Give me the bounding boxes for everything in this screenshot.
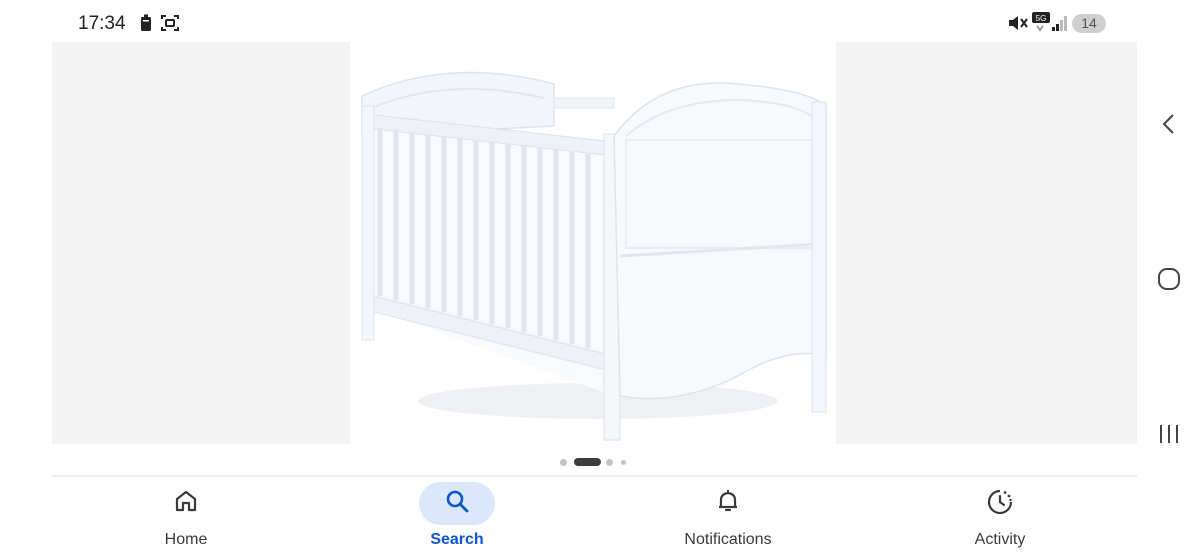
- bell-icon: [715, 488, 741, 519]
- system-navigation: [1150, 0, 1200, 554]
- nav-item-notifications[interactable]: Notifications: [658, 477, 798, 554]
- cot-bed-image: [361, 71, 827, 441]
- nav-item-search[interactable]: Search: [387, 477, 527, 554]
- home-circle-icon[interactable]: [1157, 266, 1181, 297]
- search-icon: [444, 488, 470, 519]
- status-bar: 17:34 5G 14: [0, 0, 1200, 44]
- activity-icon: [986, 488, 1014, 521]
- pagination-dot-active[interactable]: [574, 458, 601, 466]
- bottom-navigation: Home Search Notifications Activity: [52, 477, 1137, 554]
- previous-image-panel[interactable]: [52, 42, 350, 444]
- pagination-dot[interactable]: [560, 459, 567, 466]
- back-icon[interactable]: [1157, 112, 1181, 141]
- signal-5g-icon: 5G: [1032, 12, 1050, 37]
- nav-label-notifications: Notifications: [684, 531, 772, 548]
- nav-item-activity[interactable]: Activity: [930, 477, 1070, 554]
- pagination-dot[interactable]: [606, 459, 613, 466]
- battery-icon: [140, 14, 152, 37]
- status-time: 17:34: [78, 13, 126, 34]
- recent-apps-icon[interactable]: [1157, 422, 1181, 451]
- battery-level-text: 14: [1081, 15, 1097, 31]
- svg-text:5G: 5G: [1036, 14, 1047, 23]
- nav-label-search: Search: [430, 531, 484, 548]
- nav-label-activity: Activity: [974, 531, 1026, 548]
- carousel-pagination: [560, 457, 630, 467]
- pagination-dot[interactable]: [621, 460, 626, 465]
- nav-item-home[interactable]: Home: [116, 477, 256, 554]
- screenshot-icon: [160, 14, 180, 37]
- nav-label-home: Home: [164, 531, 208, 548]
- product-image-carousel[interactable]: [52, 42, 1137, 444]
- current-image-panel[interactable]: [350, 42, 836, 444]
- next-image-panel[interactable]: [836, 42, 1137, 444]
- home-icon: [173, 488, 199, 519]
- signal-bars-icon: [1052, 14, 1068, 37]
- mute-icon: [1007, 14, 1029, 37]
- battery-level-badge: 14: [1072, 14, 1106, 33]
